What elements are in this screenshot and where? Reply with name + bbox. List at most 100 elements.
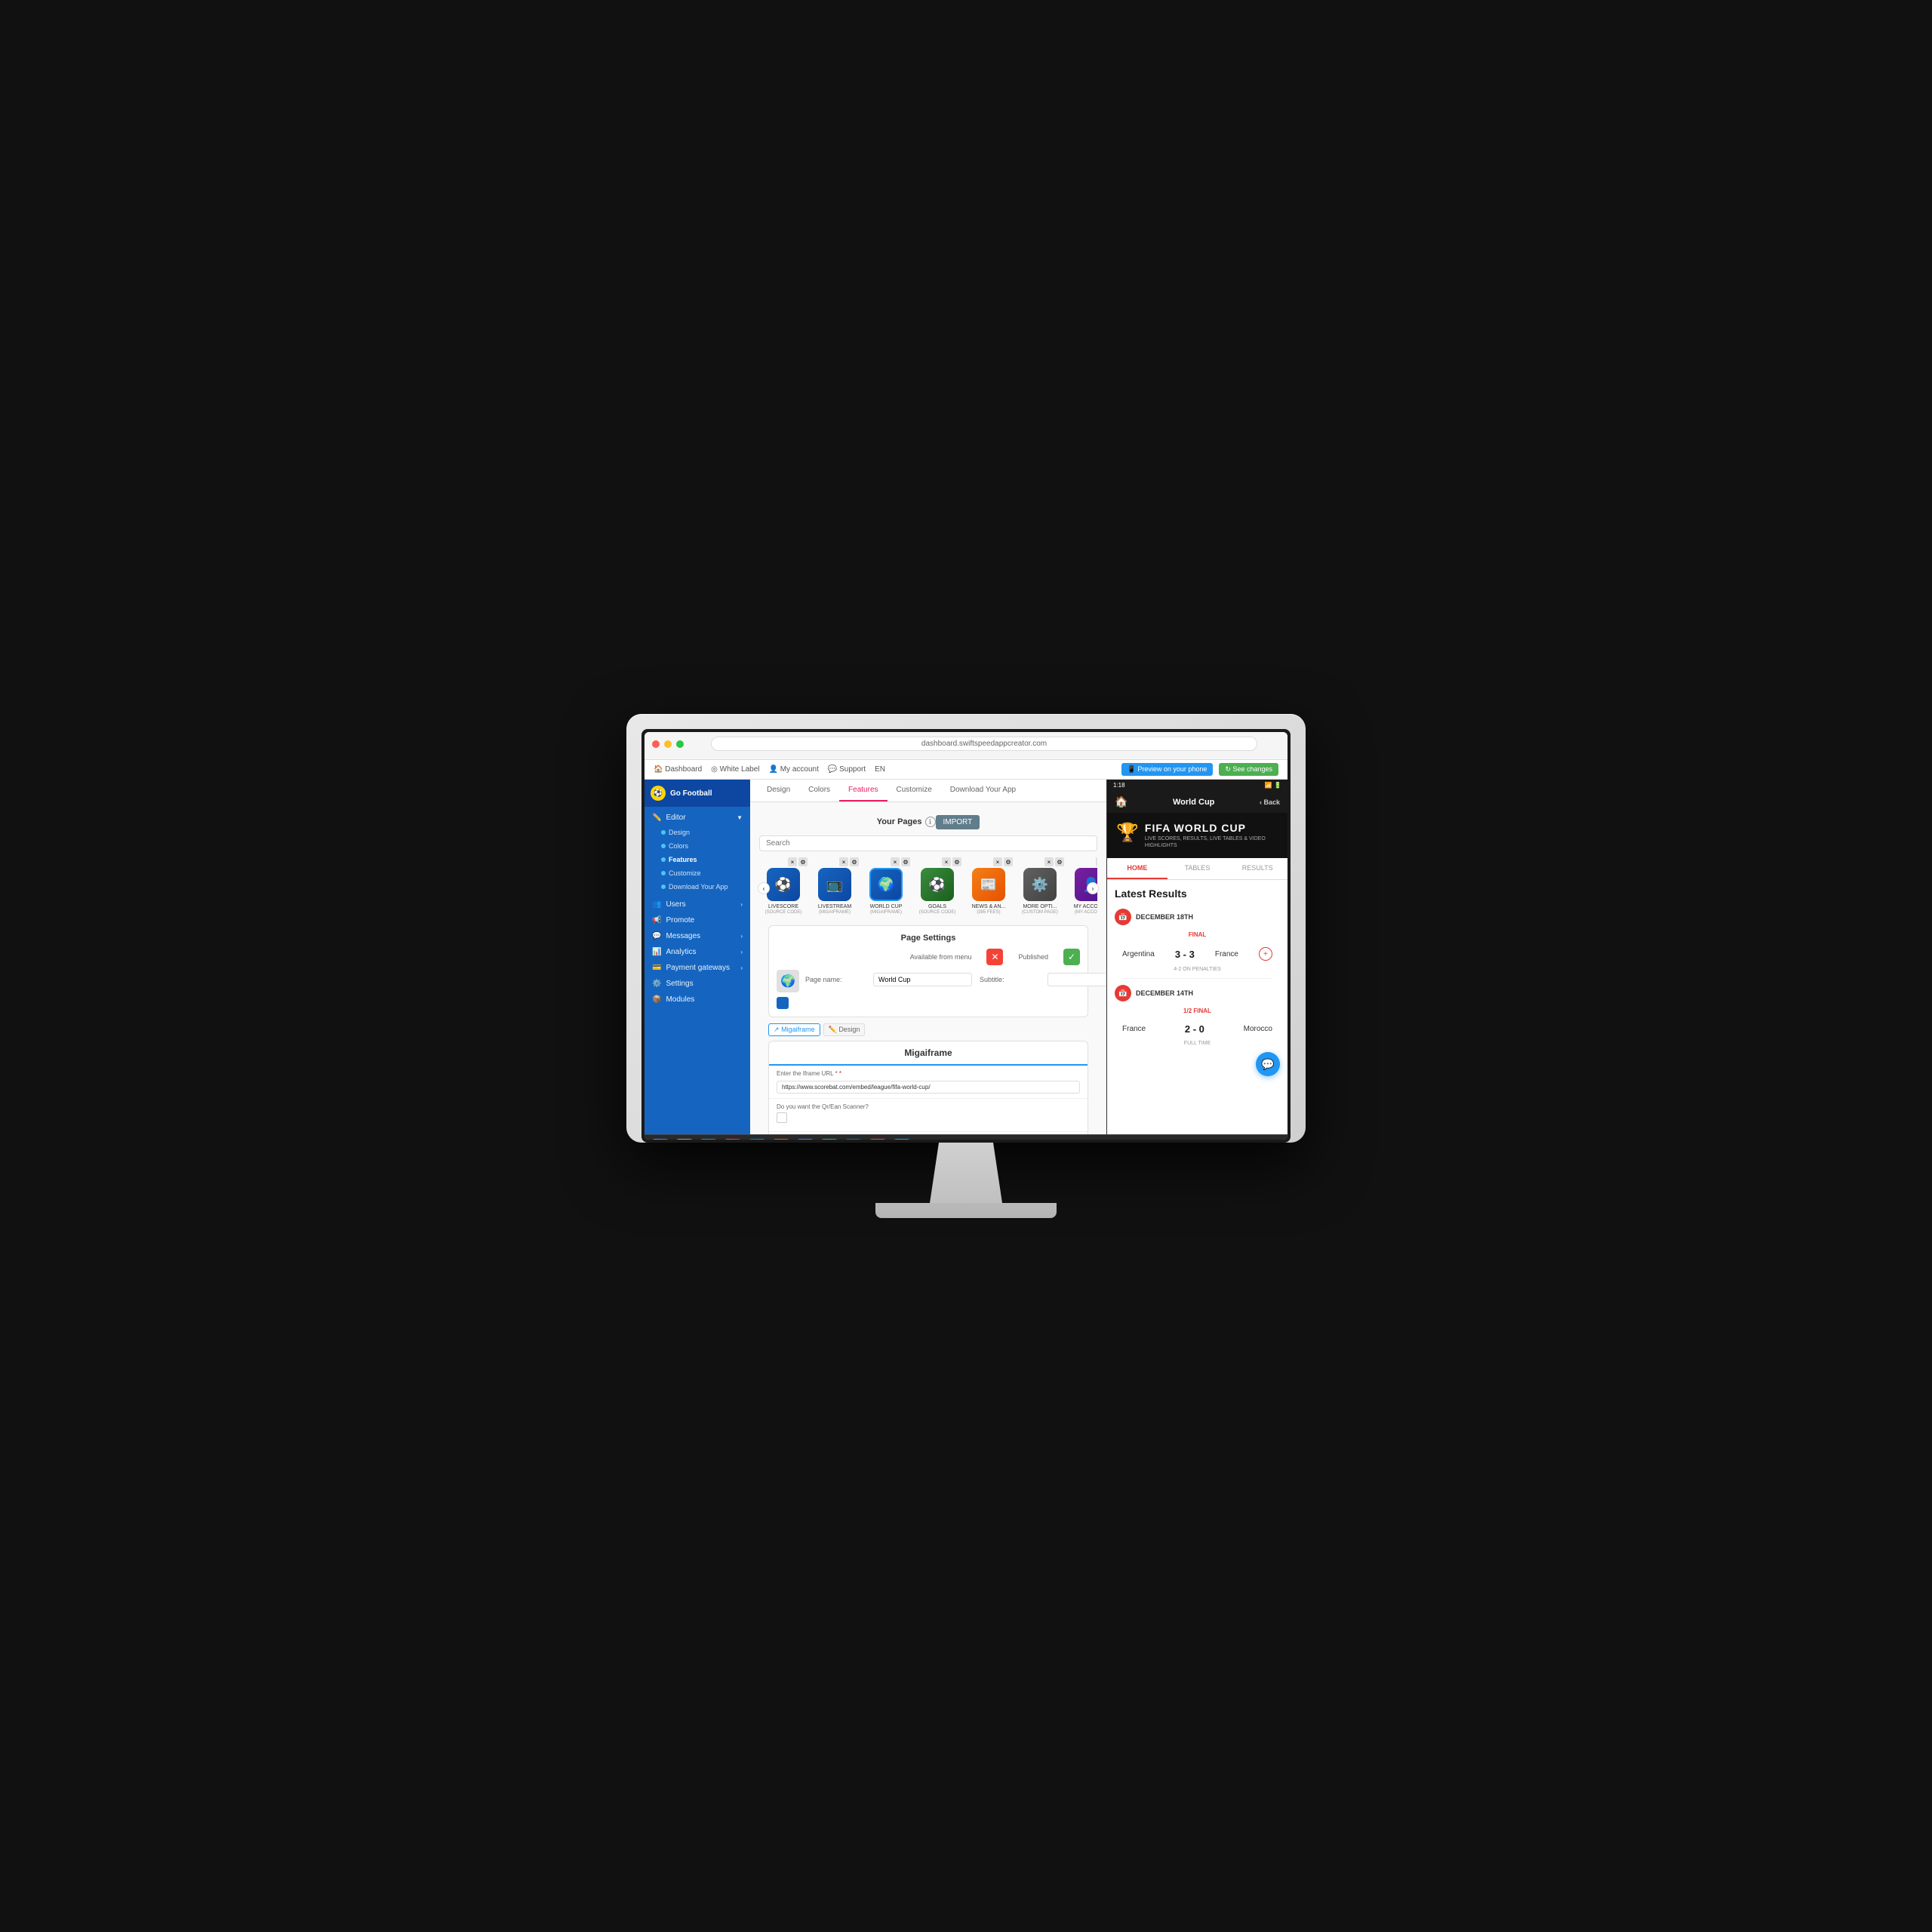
back-button[interactable]: ‹ Back xyxy=(1260,798,1280,806)
sidebar-item-features[interactable]: Features xyxy=(645,853,750,866)
taskbar-apps-icon[interactable]: ⋮⋮ xyxy=(699,1139,718,1140)
nav-my-account[interactable]: 👤 My account xyxy=(768,765,818,774)
import-button[interactable]: IMPORT xyxy=(936,815,980,829)
fifa-nav-home[interactable]: HOME xyxy=(1107,858,1168,879)
page-label-worldcup: WORLD CUP xyxy=(862,904,910,910)
page-settings-btn[interactable]: ⚙ xyxy=(1004,857,1013,866)
taskbar-vscode-icon[interactable]: { } xyxy=(844,1139,863,1140)
nav-language[interactable]: EN xyxy=(875,765,885,774)
pages-title: Your Pages xyxy=(877,817,922,826)
iframe-url-row: Enter the Iframe URL * xyxy=(769,1066,1088,1099)
page-settings-btn[interactable]: ⚙ xyxy=(901,857,910,866)
taskbar-edge-icon[interactable]: e xyxy=(747,1139,767,1140)
tab-customize[interactable]: Customize xyxy=(888,780,941,801)
home-icon[interactable]: 🏠 xyxy=(1115,795,1128,808)
page-delete-btn[interactable]: × xyxy=(1096,857,1097,866)
scroll-right-arrow[interactable]: › xyxy=(1087,882,1099,894)
page-name-input[interactable] xyxy=(873,973,972,986)
see-changes-button[interactable]: ↻ See changes xyxy=(1219,763,1278,776)
tab-download[interactable]: Download Your App xyxy=(941,780,1025,801)
subtitle-input[interactable] xyxy=(1048,973,1106,986)
results-title: Latest Results xyxy=(1115,888,1280,900)
page-settings-btn[interactable]: ⚙ xyxy=(1055,857,1064,866)
close-button[interactable] xyxy=(652,740,660,748)
page-item-goals[interactable]: × ⚙ ⚽ GOALS (SOURCE CODE) xyxy=(913,857,961,915)
nav-support[interactable]: 💬 Support xyxy=(828,765,866,774)
breadcrumb-migaiframe[interactable]: ↗ Migaiframe xyxy=(768,1023,820,1036)
phone-frame: 1:18 📶 🔋 🏠 World Cup ‹ Back xyxy=(1107,780,1287,1134)
nav-dashboard[interactable]: 🏠 Dashboard xyxy=(654,765,702,774)
sidebar-item-design[interactable]: Design xyxy=(645,826,750,839)
sidebar-item-payment-gateways[interactable]: 💳 Payment gateways › xyxy=(645,960,750,976)
sidebar-item-users[interactable]: 👥 Users › xyxy=(645,897,750,912)
available-toggle[interactable]: ✕ xyxy=(986,949,1003,965)
tab-colors[interactable]: Colors xyxy=(799,780,839,801)
color-picker[interactable] xyxy=(777,997,789,1009)
page-sublabel-more: (CUSTOM PAGE) xyxy=(1016,910,1064,915)
qr-checkbox[interactable] xyxy=(777,1112,787,1123)
taskbar-maps-icon[interactable]: 📍 xyxy=(820,1139,839,1140)
match-stage-2: 1/2 FINAL xyxy=(1115,1008,1280,1014)
address-bar[interactable]: dashboard.swiftspeedappcreator.com xyxy=(711,737,1257,751)
taskbar-finder-icon[interactable]: 🔍 xyxy=(651,1139,670,1140)
page-icon-more: ⚙️ xyxy=(1023,868,1057,901)
page-sublabel-news: (385 FEES) xyxy=(964,910,1013,915)
published-toggle[interactable]: ✓ xyxy=(1063,949,1080,965)
away-team-1: France xyxy=(1215,950,1238,958)
nav-white-label[interactable]: ◎ White Label xyxy=(711,765,759,774)
page-settings-title: Page Settings xyxy=(777,934,1080,943)
maximize-button[interactable] xyxy=(676,740,684,748)
sidebar-item-modules[interactable]: 📦 Modules xyxy=(645,992,750,1008)
page-delete-btn[interactable]: × xyxy=(788,857,797,866)
taskbar-launchpad-icon[interactable]: 🧭 xyxy=(675,1139,694,1140)
page-item-livestream[interactable]: × ⚙ 📺 LIVESTREAM (MIGAIFRAME) xyxy=(811,857,859,915)
top-nav-bar: 🏠 Dashboard ◎ White Label 👤 My account 💬… xyxy=(645,760,1287,780)
calendar-icon-1: 📅 xyxy=(1115,909,1131,925)
page-delete-btn[interactable]: × xyxy=(942,857,951,866)
fifa-nav-results[interactable]: RESULTS xyxy=(1227,858,1287,879)
taskbar-firefox-icon[interactable]: 🦊 xyxy=(771,1139,791,1140)
page-settings-btn[interactable]: ⚙ xyxy=(798,857,808,866)
page-icon-livestream: 📺 xyxy=(818,868,851,901)
scroll-left-arrow[interactable]: ‹ xyxy=(758,882,770,894)
taskbar-git-icon[interactable]: GIT xyxy=(868,1139,888,1140)
expand-match-1[interactable]: + xyxy=(1259,947,1272,961)
page-icon-livescore: ⚽ xyxy=(767,868,800,901)
sidebar-item-promote[interactable]: 📢 Promote xyxy=(645,912,750,928)
color-swatch xyxy=(777,997,1080,1009)
pages-search-input[interactable] xyxy=(759,835,1097,851)
taskbar-chrome-icon[interactable]: ◎ xyxy=(795,1139,815,1140)
breadcrumb-design[interactable]: ✏️ Design xyxy=(823,1023,866,1036)
page-icon-worldcup: 🌍 xyxy=(869,868,903,901)
iframe-url-input[interactable] xyxy=(777,1081,1080,1094)
taskbar-music-icon[interactable]: 🎵 xyxy=(723,1139,743,1140)
page-settings-btn[interactable]: ⚙ xyxy=(850,857,859,866)
sidebar-item-download[interactable]: Download Your App xyxy=(645,880,750,894)
page-delete-btn[interactable]: × xyxy=(1044,857,1054,866)
page-delete-btn[interactable]: × xyxy=(891,857,900,866)
page-delete-btn[interactable]: × xyxy=(993,857,1002,866)
minimize-button[interactable] xyxy=(664,740,672,748)
page-item-news[interactable]: × ⚙ 📰 NEWS & AN... (385 FEES) xyxy=(964,857,1013,915)
info-icon[interactable]: ℹ xyxy=(925,817,936,827)
sidebar-item-analytics[interactable]: 📊 Analytics › xyxy=(645,944,750,960)
page-item-more[interactable]: × ⚙ ⚙️ MORE OPTI... (CUSTOM PAGE) xyxy=(1016,857,1064,915)
page-item-worldcup[interactable]: × ⚙ 🌍 WORLD CUP (MIGAIFRAME) xyxy=(862,857,910,915)
preview-phone-button[interactable]: 📱 Preview on your phone xyxy=(1121,763,1214,776)
page-settings-btn[interactable]: ⚙ xyxy=(952,857,961,866)
taskbar-mail-icon[interactable]: ✉️99+ xyxy=(892,1139,912,1140)
page-delete-btn[interactable]: × xyxy=(839,857,848,866)
dot-icon xyxy=(661,844,666,848)
match-result-2: France 2 - 0 Morocco xyxy=(1115,1019,1280,1039)
sidebar-item-settings[interactable]: ⚙️ Settings xyxy=(645,976,750,992)
sidebar-item-editor[interactable]: ✏️ Editor ▼ xyxy=(645,810,750,826)
phone-preview: 1:18 📶 🔋 🏠 World Cup ‹ Back xyxy=(1106,780,1287,1134)
tab-features[interactable]: Features xyxy=(839,780,887,801)
chat-button[interactable]: 💬 xyxy=(1256,1052,1280,1076)
sidebar-item-customize[interactable]: Customize xyxy=(645,866,750,880)
tab-design[interactable]: Design xyxy=(758,780,799,801)
sidebar-item-messages[interactable]: 💬 Messages › xyxy=(645,928,750,944)
sidebar-item-colors[interactable]: Colors xyxy=(645,839,750,853)
fifa-nav-tables[interactable]: TABLES xyxy=(1168,858,1228,879)
taskbar-trash-icon[interactable]: 🗑️ xyxy=(924,1139,944,1140)
